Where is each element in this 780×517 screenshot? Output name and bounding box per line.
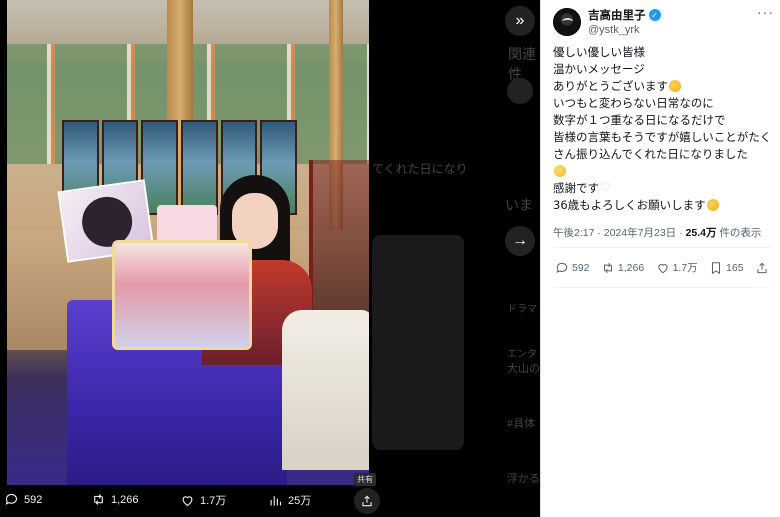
share-icon [362, 495, 372, 507]
repost-icon [603, 262, 612, 273]
background-snippet: てくれた日になり [372, 162, 468, 176]
trend-title: 浮かる [507, 473, 540, 485]
reply-button[interactable]: 592 [555, 261, 590, 275]
tweet-line: 優しい優しい皆様 [553, 45, 645, 59]
reply-icon [5, 493, 18, 505]
author-name[interactable]: 吉高由里子 [588, 7, 646, 23]
reply-count: 592 [572, 261, 590, 274]
viewer-like-count: 1.7万 [200, 495, 227, 507]
tweet-text: 優しい優しい皆様 温かいメッセージ ありがとうございます いつもと変わらない日常… [553, 44, 775, 214]
arrow-right-icon: → [512, 232, 528, 249]
background-card [372, 235, 464, 450]
bookmark-button[interactable]: 165 [709, 261, 744, 275]
tweet-actions: 592 1,266 1.7万 165 [555, 260, 769, 275]
tweet-line-with-emoji: ありがとうございます [553, 78, 775, 95]
heart-icon [182, 495, 193, 506]
trend-title: 大山の [507, 363, 540, 375]
tweet-date[interactable]: 2024年7月23日 [604, 227, 676, 239]
viewer-repost-button[interactable]: 1,266 [91, 492, 139, 507]
bookmark-count: 165 [726, 261, 744, 274]
viewer-views-button[interactable]: 25万 [268, 492, 311, 508]
party-face-emoji-icon [669, 80, 681, 92]
divider [553, 287, 771, 288]
pleading-face-emoji-icon [554, 165, 566, 177]
tweet-photo[interactable] [7, 0, 369, 485]
viewer-like-button[interactable]: 1.7万 [180, 492, 226, 508]
tweet-line-with-emoji: 36歳もよろしくお願いします [553, 197, 775, 214]
viewer-reply-count: 592 [24, 493, 43, 506]
background-snippet: いま [505, 197, 533, 213]
viewer-share-button[interactable] [354, 488, 380, 514]
verified-badge-icon: ✓ [648, 9, 661, 21]
tweet-meta: 午後2:17 · 2024年7月23日 · 25.4万 件の表示 [553, 227, 762, 239]
viewer-views-count: 25万 [288, 495, 312, 507]
repost-button[interactable]: 1,266 [601, 261, 644, 275]
media-viewer: 関連性 てくれた日になり いま ドラマ エンタ 大山の #具体 浮かる » → … [0, 0, 540, 517]
next-media-button[interactable]: → [505, 226, 535, 256]
tweet-panel: 吉高由里子 ✓ @ystk_yrk ··· 優しい優しい皆様 温かいメッセージ … [540, 0, 780, 517]
analytics-icon [270, 495, 282, 505]
share-icon [757, 262, 767, 273]
tweet-line: 数字が１つ重なる日になるだけで [553, 113, 726, 127]
share-tooltip: 共有 [354, 473, 376, 486]
trend-title: #具体 [507, 418, 536, 430]
like-button[interactable]: 1.7万 [656, 260, 698, 275]
reply-icon [556, 262, 568, 273]
heart-icon [657, 263, 668, 273]
trend-category: ドラマ [507, 304, 537, 315]
tweet-time[interactable]: 午後2:17 [553, 227, 594, 239]
repost-count: 1,266 [617, 261, 645, 274]
heart-hands-emoji-icon [600, 180, 614, 196]
background-avatar [507, 78, 533, 104]
views-count: 25.4万 [685, 227, 717, 239]
grinning-face-emoji-icon [706, 199, 719, 211]
tweet-author[interactable]: 吉高由里子 ✓ @ystk_yrk [553, 7, 661, 36]
viewer-repost-count: 1,266 [111, 493, 139, 506]
share-button[interactable] [755, 261, 769, 275]
views-label: 件の表示 [719, 227, 762, 239]
media-viewer-page: 関連性 てくれた日になり いま ドラマ エンタ 大山の #具体 浮かる » → … [0, 0, 780, 517]
collapse-panel-button[interactable]: » [505, 6, 535, 36]
avatar[interactable] [553, 7, 581, 36]
tweet-line-with-emoji: 感謝です [553, 180, 775, 197]
trend-category: エンタ [507, 349, 537, 360]
more-options-icon[interactable]: ··· [757, 4, 774, 20]
author-handle[interactable]: @ystk_yrk [588, 24, 661, 36]
tweet-line: 温かいメッセージ [553, 62, 645, 76]
tweet-line: いつもと変わらない日常なのに [553, 96, 714, 110]
viewer-reply-button[interactable]: 592 [4, 492, 42, 507]
double-chevron-right-icon: » [515, 12, 525, 29]
bookmark-icon [712, 261, 721, 274]
repost-icon [94, 494, 103, 505]
like-count: 1.7万 [672, 262, 698, 274]
tweet-line-with-emoji: 皆様の言葉もそうですが嬉しいことがたくさん振り込んでくれた日になりました [553, 129, 775, 180]
divider [553, 247, 771, 248]
